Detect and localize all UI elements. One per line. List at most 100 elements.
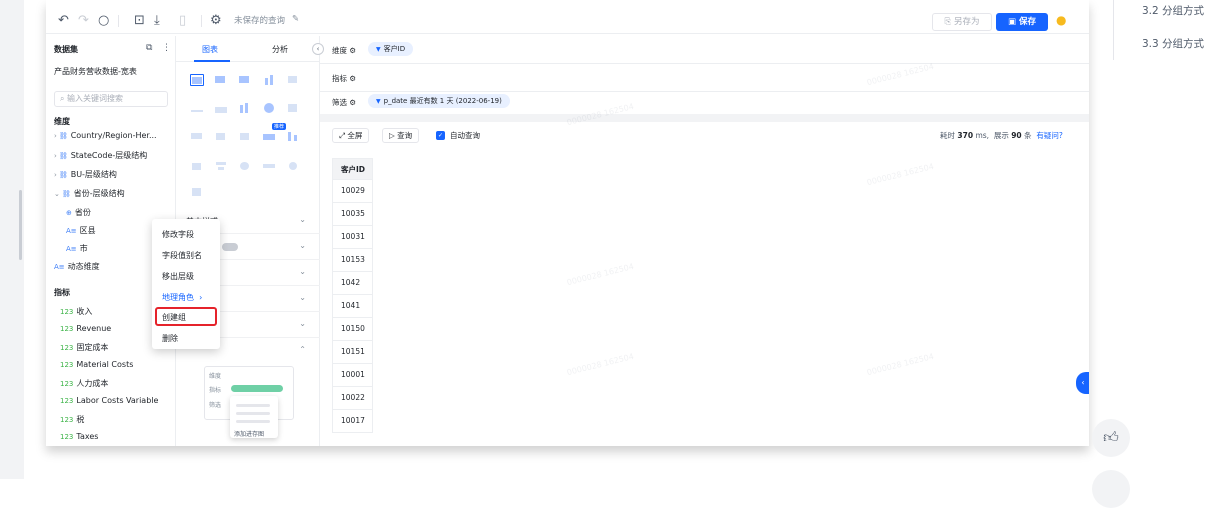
toc-item[interactable]: 3.2 分组方式 [1142, 3, 1204, 18]
tab-chart[interactable]: 图表 [202, 44, 218, 55]
measure-item[interactable]: 123 人力成本 [60, 378, 108, 389]
measure-section-label: 指标 [54, 288, 70, 297]
section-divider [320, 114, 1089, 122]
area-chart-icon[interactable] [214, 102, 228, 114]
watermark: 0000028 162504 [565, 261, 635, 288]
menu-item-geo-role[interactable]: 地理角色 › [162, 292, 202, 303]
redo-icon[interactable]: ↷ [78, 12, 89, 30]
map-chart-icon[interactable] [286, 160, 300, 172]
dimension-item[interactable]: A≡ 市 [66, 243, 88, 254]
help-link[interactable]: 有疑问? [1036, 131, 1062, 140]
dimension-item[interactable]: › ⛓ StateCode-层级结构 [54, 150, 147, 161]
table-row: 10153 [332, 249, 373, 272]
dimension-pill[interactable]: ▼ 客户ID [368, 42, 414, 56]
dimension-item[interactable]: › ⛓ BU-层级结构 [54, 169, 117, 180]
tree-chart-icon[interactable] [190, 186, 204, 198]
share-icon[interactable]: ▯ [179, 12, 186, 30]
measure-item[interactable]: 123 Taxes [60, 432, 98, 441]
dimension-item[interactable]: ⌄ ⛓ 省份-层级结构 [54, 188, 125, 199]
refresh-icon[interactable]: ○ [98, 12, 109, 30]
settings-icon[interactable]: ⚙ [210, 12, 222, 30]
dimension-item[interactable]: › ⛓ Country/Region-Her... [54, 131, 157, 140]
more-icon[interactable]: ⋮ [162, 43, 171, 53]
query-button[interactable]: ▷ 查询 [382, 128, 420, 143]
menu-item-create-group[interactable]: 创建组 [162, 312, 186, 323]
tab-analysis[interactable]: 分析 [272, 44, 288, 55]
watermark: 0000028 162504 [565, 351, 635, 378]
field-search-input[interactable]: ⌕ 输入关键词搜索 [54, 91, 168, 107]
table-chart-icon[interactable] [190, 74, 204, 86]
query-icon[interactable]: ⊡ [134, 12, 145, 30]
left-gutter [0, 0, 24, 479]
toc-item[interactable]: 3.3 分组方式 [1142, 36, 1204, 51]
sankey-chart-icon[interactable] [262, 160, 276, 172]
toggle-switch[interactable] [222, 243, 238, 251]
filter-shelf-label: 筛选 ⚙ [332, 98, 357, 107]
stacked-bar-icon[interactable] [214, 130, 228, 142]
feedback-icon[interactable] [1092, 470, 1130, 508]
measure-item[interactable]: 123 收入 [60, 306, 92, 317]
download-icon[interactable]: ⤓ [154, 12, 160, 30]
mini-row-label: 指标 [209, 387, 222, 394]
funnel-chart-icon[interactable] [214, 160, 228, 172]
dimension-item[interactable]: A≡ 动态维度 [54, 261, 100, 272]
watermark: 0000028 162504 [865, 351, 935, 378]
bar-chart-icon[interactable] [190, 130, 204, 142]
resize-grip[interactable] [19, 190, 22, 260]
measure-item[interactable]: 123 Material Costs [60, 360, 133, 369]
dimension-shelf[interactable]: 维度 ⚙ ▼ 客户ID [320, 36, 1089, 64]
dataset-name[interactable]: 产品财务营收数据-宽表 [54, 66, 137, 77]
menu-item-remove-level[interactable]: 移出层级 [162, 271, 194, 282]
table-row: 10001 [332, 364, 373, 387]
rose-chart-icon[interactable] [286, 102, 300, 114]
lightbulb-icon[interactable]: ● [1056, 13, 1066, 27]
fullscreen-button[interactable]: ⤢ 全屏 [332, 128, 370, 143]
measure-item[interactable]: 123 固定成本 [60, 342, 108, 353]
menu-item-value-alias[interactable]: 字段值别名 [162, 250, 202, 261]
cross-table-icon[interactable] [238, 74, 252, 86]
table-row: 10151 [332, 341, 373, 364]
filter-pill[interactable]: ▼ p_date 最近有数 1 天 (2022-06-19) [368, 94, 510, 108]
pie-chart-icon[interactable] [262, 102, 276, 114]
thumbs-up-icon[interactable]: 👍︎ [1092, 419, 1130, 457]
measure-item[interactable]: 123 Labor Costs Variable [60, 396, 158, 405]
dimension-shelf-label: 维度 ⚙ [332, 46, 357, 55]
menu-item-delete[interactable]: 删除 [162, 333, 178, 344]
table-row: 10031 [332, 226, 373, 249]
measure-item[interactable]: 123 Revenue [60, 324, 111, 333]
result-table: 客户ID 10029 10035 10031 10153 1042 1041 1… [332, 158, 373, 433]
filter-shelf[interactable]: 筛选 ⚙ ▼ p_date 最近有数 1 天 (2022-06-19) [320, 88, 1089, 116]
measure-item[interactable]: 123 税 [60, 414, 84, 425]
edit-icon[interactable]: ✎ [292, 14, 299, 24]
table-row: 10017 [332, 410, 373, 433]
mini-row-label: 筛选 [209, 402, 222, 409]
dimension-item[interactable]: ⊕ 省份 [66, 207, 91, 218]
auto-query-label: 自动查询 [450, 131, 480, 140]
toolbar: ↶ ↷ ○ ⊡ ⤓ ▯ ⚙ 未保存的查询 ✎ ⎘ 另存为 ▣ 保存 ● [46, 10, 1089, 34]
line-chart-icon[interactable] [190, 102, 204, 114]
copy-icon[interactable]: ⧉ [146, 43, 152, 53]
table-row: 10035 [332, 203, 373, 226]
indicator-card-icon[interactable] [262, 74, 276, 86]
trend-card-icon[interactable] [286, 74, 300, 86]
column-chart-icon[interactable] [238, 102, 252, 114]
scatter-chart-icon[interactable] [238, 130, 252, 142]
dimension-item[interactable]: A≡ 区县 [66, 225, 96, 236]
table-row: 1041 [332, 295, 373, 318]
pivot-table-icon[interactable] [214, 74, 228, 86]
combo-chart-icon[interactable] [262, 130, 276, 142]
gauge-chart-icon[interactable] [190, 160, 204, 172]
save-as-button[interactable]: ⎘ 另存为 [932, 13, 992, 31]
watermark: 0000028 162504 [865, 161, 935, 188]
undo-icon[interactable]: ↶ [58, 12, 69, 30]
recommend-badge: 推荐 [272, 123, 287, 130]
dual-axis-icon[interactable] [286, 130, 300, 142]
column-header[interactable]: 客户ID [332, 158, 373, 180]
table-row: 10150 [332, 318, 373, 341]
expand-side-panel-tab[interactable]: ‹ [1076, 372, 1089, 394]
save-button[interactable]: ▣ 保存 [996, 13, 1048, 31]
radar-chart-icon[interactable] [238, 160, 252, 172]
menu-item-edit-field[interactable]: 修改字段 [162, 229, 194, 240]
auto-query-checkbox[interactable]: ✓ [436, 131, 445, 140]
divider [201, 15, 202, 27]
